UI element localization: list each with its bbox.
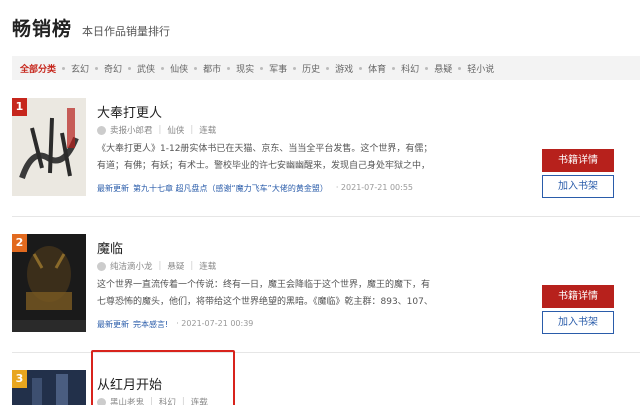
book-author[interactable]: 纯洁滴小龙 (110, 260, 153, 272)
book-title[interactable]: 魔临 (97, 238, 123, 257)
category-item[interactable]: 历史 (293, 62, 320, 75)
latest-update-label: 最新更新 (97, 184, 129, 193)
book-description: 《大奉打更人》1-12册实体书已在天猫、京东、当当全平台发售。这个世界，有儒； … (97, 144, 433, 171)
book-title[interactable]: 大奉打更人 (97, 102, 162, 121)
book-description: 这个世界一直流传着一个传说：终有一日，魔王会降临于这个世界，魔王的魔下，有 七尊… (97, 280, 433, 307)
category-item[interactable]: 军事 (260, 62, 287, 75)
latest-update-time: · 2021-07-21 00:55 (335, 183, 414, 192)
book-genre[interactable]: 仙侠 (167, 124, 184, 136)
book-item: 2 魔临 纯洁滴小龙 | 悬疑 | 连载 这个世界一直流传着一个传说：终有一日，… (12, 234, 640, 344)
rank-badge: 3 (12, 370, 27, 388)
book-item: 1 大奉打更人 卖报小郎君 | 仙侠 | 连载 《大奉打更人》1-12册实体书已… (12, 98, 640, 208)
category-item[interactable]: 奇幻 (95, 62, 122, 75)
latest-update: 最新更新 第九十七章 超凡盘点（感谢“魔力飞车”大佬的黄金盟） · 2021-0… (97, 183, 413, 194)
book-meta: 卖报小郎君 | 仙侠 | 连载 (97, 124, 216, 136)
book-genre[interactable]: 悬疑 (167, 260, 184, 272)
highlight-box (91, 350, 235, 405)
latest-update-label: 最新更新 (97, 320, 129, 329)
category-bar: 全部分类 玄幻 奇幻 武侠 仙侠 都市 现实 军事 历史 游戏 体育 科幻 悬疑… (12, 56, 640, 80)
latest-chapter-link[interactable]: 完本感言! (133, 319, 168, 330)
category-all[interactable]: 全部分类 (20, 62, 56, 75)
author-avatar-icon (97, 125, 106, 135)
add-to-shelf-button[interactable]: 加入书架 (542, 175, 614, 198)
book-status: 连载 (199, 126, 217, 136)
category-item[interactable]: 玄幻 (62, 62, 89, 75)
rank-badge: 1 (12, 98, 27, 116)
book-author[interactable]: 卖报小郎君 (110, 124, 153, 136)
category-item[interactable]: 都市 (194, 62, 221, 75)
latest-update: 最新更新 完本感言! · 2021-07-21 00:39 (97, 319, 253, 330)
book-meta: 纯洁滴小龙 | 悬疑 | 连载 (97, 260, 216, 272)
category-item[interactable]: 仙侠 (161, 62, 188, 75)
category-item[interactable]: 武侠 (128, 62, 155, 75)
book-status: 连载 (199, 262, 217, 272)
author-avatar-icon (97, 261, 106, 271)
add-to-shelf-button[interactable]: 加入书架 (542, 311, 614, 334)
page-subtitle: 本日作品销量排行 (82, 25, 171, 38)
latest-chapter-link[interactable]: 第九十七章 超凡盘点（感谢“魔力飞车”大佬的黄金盟） (133, 183, 328, 194)
rank-badge: 2 (12, 234, 27, 252)
divider (12, 216, 640, 217)
page-header: 畅销榜 本日作品销量排行 (12, 14, 170, 44)
book-detail-button[interactable]: 书籍详情 (542, 285, 614, 308)
latest-update-time: · 2021-07-21 00:39 (176, 319, 254, 328)
category-item[interactable]: 悬疑 (425, 62, 452, 75)
book-detail-button[interactable]: 书籍详情 (542, 149, 614, 172)
category-item[interactable]: 科幻 (392, 62, 419, 75)
category-item[interactable]: 游戏 (326, 62, 353, 75)
category-item[interactable]: 轻小说 (458, 62, 494, 75)
category-item[interactable]: 现实 (227, 62, 254, 75)
page-title: 畅销榜 (12, 18, 73, 40)
category-item[interactable]: 体育 (359, 62, 386, 75)
